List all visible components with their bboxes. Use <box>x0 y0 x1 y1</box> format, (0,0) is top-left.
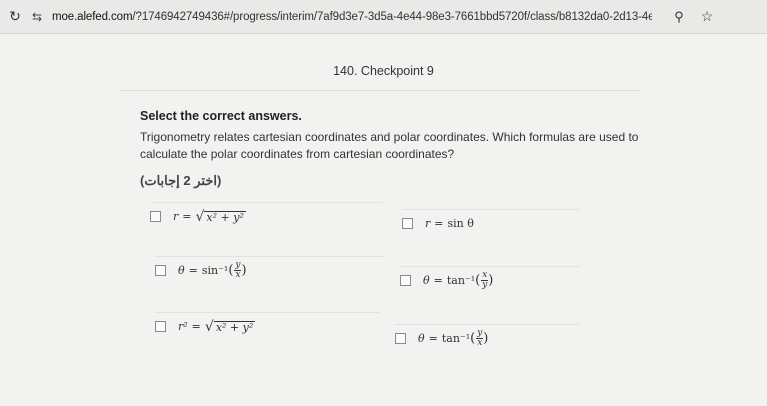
sqrt-symbol: √ x² + y² <box>195 208 246 225</box>
formula-eq: = <box>188 264 198 277</box>
question-block: Select the correct answers. Trigonometry… <box>140 109 640 189</box>
option-2-formula: r = sin θ <box>425 217 474 230</box>
header-divider <box>120 90 640 91</box>
option-1[interactable]: r = √ x² + y² <box>150 202 382 230</box>
formula-lhs: θ <box>418 332 425 345</box>
option-2[interactable]: r = sin θ <box>402 209 580 237</box>
option-6[interactable]: θ = tan⁻¹ (y x) <box>395 324 580 352</box>
formula-eq: = <box>182 210 192 223</box>
option-4[interactable]: θ = tan⁻¹ (x y) <box>400 266 580 294</box>
formula-eq: = <box>428 332 438 345</box>
sqrt-content: x² + y² <box>213 320 256 334</box>
option-4-formula: θ = tan⁻¹ (x y) <box>423 270 494 290</box>
option-1-formula: r = √ x² + y² <box>173 210 246 224</box>
question-prompt: Trigonometry relates cartesian coordinat… <box>140 130 639 161</box>
option-3[interactable]: θ = sin⁻¹ (y x) <box>155 256 385 284</box>
option-4-checkbox[interactable] <box>400 275 411 286</box>
formula-lhs: r <box>173 210 179 223</box>
search-icon[interactable]: ⚲ <box>668 9 690 25</box>
url-path: /?1746942749436#/progress/interim/7af9d3… <box>132 10 652 23</box>
formula-rhs: sin θ <box>447 217 474 230</box>
sqrt-content: x² + y² <box>204 210 246 224</box>
checkpoint-title: 140. Checkpoint 9 <box>333 64 434 78</box>
question-instruction: Select the correct answers. <box>140 109 302 123</box>
sqrt-symbol: √ x² + y² <box>204 318 256 335</box>
formula-lhs: r <box>425 217 431 230</box>
formula-fn: sin⁻¹ <box>201 264 229 277</box>
question-page: 140. Checkpoint 9 Select the correct ans… <box>0 34 767 406</box>
fraction-denominator: x <box>477 338 483 348</box>
reload-icon[interactable]: ↻ <box>4 8 26 25</box>
formula-lhs: θ <box>178 264 185 277</box>
fraction-denominator: x <box>235 270 241 280</box>
formula-eq: = <box>433 274 443 287</box>
fraction: xy <box>481 271 489 290</box>
formula-lhs: θ <box>423 274 430 287</box>
fraction: yx <box>476 329 484 348</box>
option-2-checkbox[interactable] <box>402 218 413 229</box>
formula-fn: tan⁻¹ <box>441 332 471 345</box>
option-3-formula: θ = sin⁻¹ (y x) <box>178 260 247 280</box>
option-5-formula: r² = √ x² + y² <box>178 318 256 335</box>
fraction-denominator: y <box>482 280 488 290</box>
star-icon[interactable]: ☆ <box>696 8 718 25</box>
option-3-checkbox[interactable] <box>155 265 166 276</box>
browser-address-bar: ↻ ⇆ moe.alefed.com/?1746942749436#/progr… <box>0 0 767 34</box>
option-5[interactable]: r² = √ x² + y² <box>155 312 380 340</box>
fraction: yx <box>234 261 242 280</box>
option-1-checkbox[interactable] <box>150 211 161 222</box>
site-info-icon[interactable]: ⇆ <box>26 10 48 24</box>
formula-eq: = <box>191 320 201 333</box>
arabic-select-count: (اختر 2 إجابات) <box>140 173 222 188</box>
option-6-checkbox[interactable] <box>395 333 406 344</box>
option-6-formula: θ = tan⁻¹ (y x) <box>418 328 489 348</box>
url-host: moe.alefed.com <box>52 10 133 23</box>
formula-eq: = <box>434 217 444 230</box>
url-field[interactable]: moe.alefed.com/?1746942749436#/progress/… <box>52 11 652 23</box>
formula-lhs: r² <box>178 320 188 333</box>
option-5-checkbox[interactable] <box>155 321 166 332</box>
formula-fn: tan⁻¹ <box>446 274 476 287</box>
